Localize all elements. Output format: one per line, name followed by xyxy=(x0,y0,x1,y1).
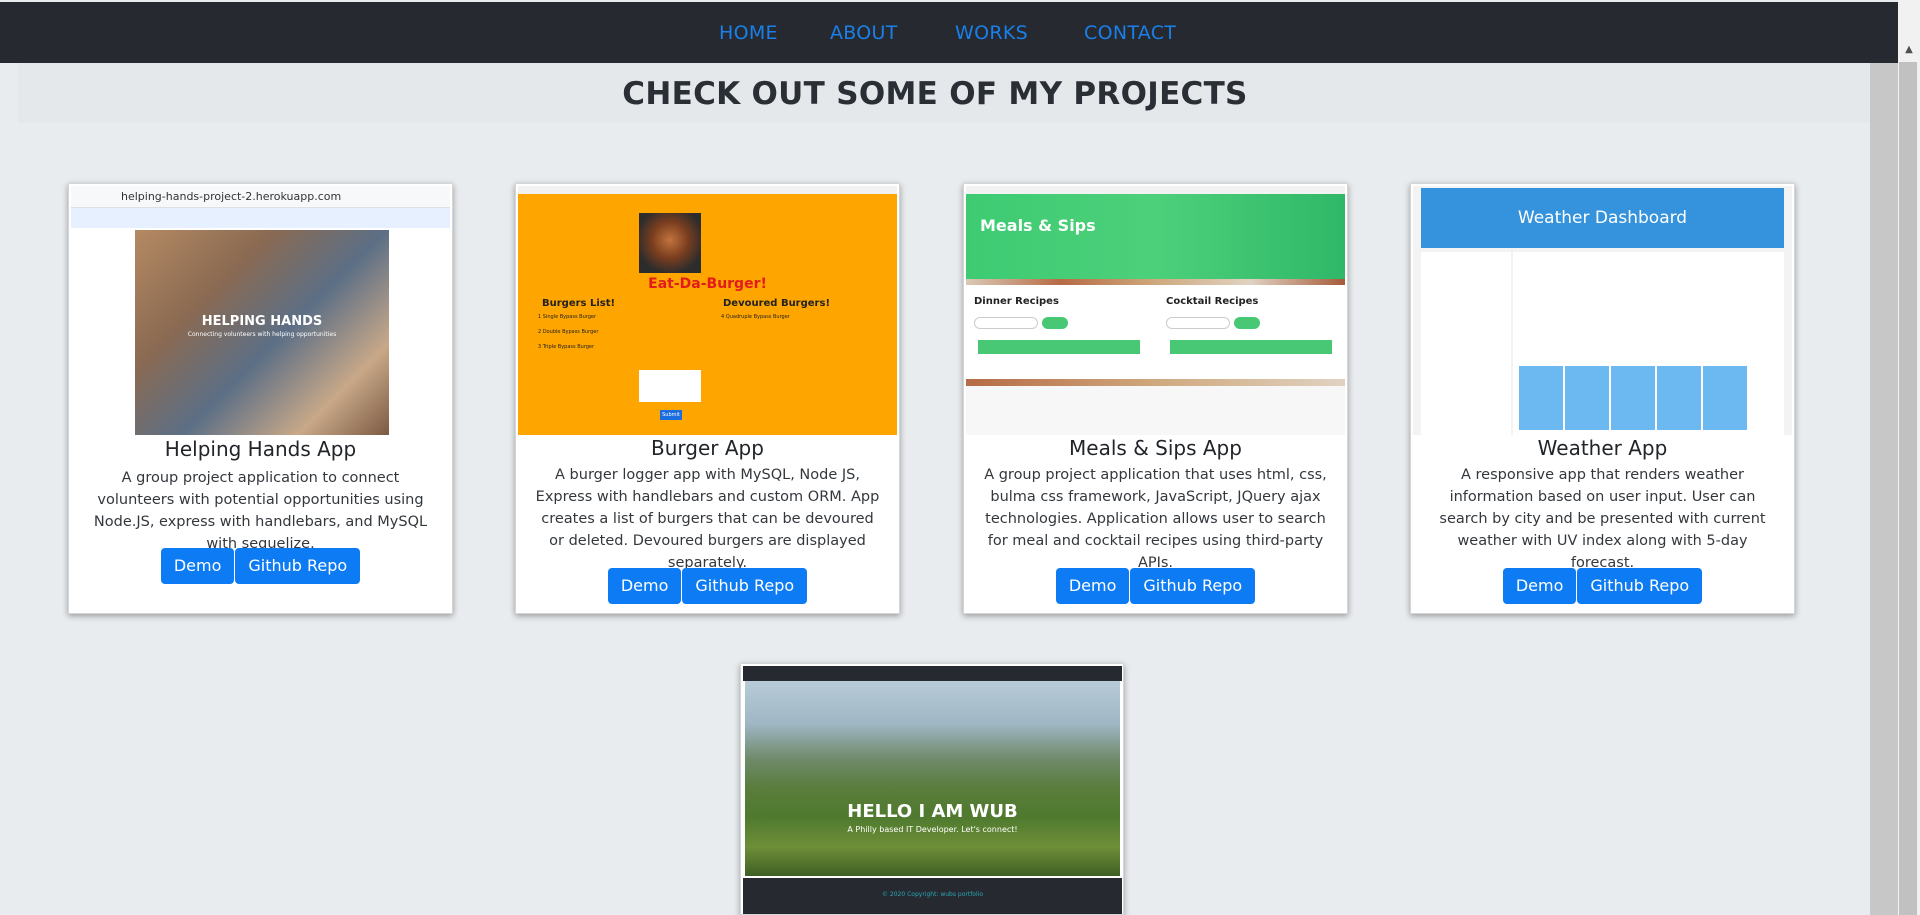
forecast-day xyxy=(1565,366,1609,430)
browser-chrome xyxy=(518,186,897,194)
burger-item: 1 Single Bypass Burger xyxy=(538,314,597,320)
inner-scrollbar-track[interactable] xyxy=(1870,63,1898,915)
portfolio-navbar xyxy=(743,666,1122,681)
project-card-meals-sips: Meals & Sips Dinner Recipes Cocktail Rec… xyxy=(963,183,1348,614)
weather-sidebar xyxy=(1421,252,1511,435)
demo-button[interactable]: Demo xyxy=(1502,568,1577,604)
project-title: Helping Hands App xyxy=(164,437,357,461)
demo-button[interactable]: Demo xyxy=(1055,568,1130,604)
project-card-portfolio[interactable]: HELLO I AM WUB A Philly based IT Develop… xyxy=(740,663,1124,915)
burger-input xyxy=(639,370,701,402)
nav-home-link[interactable]: HOME xyxy=(719,22,778,44)
forecast-day xyxy=(1519,366,1563,430)
project-title: Meals & Sips App xyxy=(1069,436,1242,460)
forecast-day xyxy=(1657,366,1701,430)
portfolio-hero-subtitle: A Philly based IT Developer. Let's conne… xyxy=(847,825,1018,834)
burger-app-title: Eat-Da-Burger! xyxy=(648,276,767,292)
dinner-recipes-box: Dinner Recipes xyxy=(968,286,1150,378)
project-description: A group project application that uses ht… xyxy=(984,467,1327,571)
project-screenshot[interactable]: helping-hands-project-2.herokuapp.com HE… xyxy=(71,186,450,435)
portfolio-hero-landscape: HELLO I AM WUB A Philly based IT Develop… xyxy=(745,681,1120,876)
project-buttons: Demo Github Repo xyxy=(69,548,452,584)
github-repo-button[interactable]: Github Repo xyxy=(682,568,808,604)
box-search-button xyxy=(1234,317,1260,329)
browser-chrome xyxy=(966,186,1345,194)
portfolio-hero-title: HELLO I AM WUB xyxy=(847,801,1018,822)
project-buttons: Demo Github Repo xyxy=(516,568,899,604)
devoured-title: Devoured Burgers! xyxy=(723,298,831,309)
project-card-weather: Weather Dashboard Weather App A responsi… xyxy=(1410,183,1795,614)
github-repo-button[interactable]: Github Repo xyxy=(1577,568,1703,604)
project-buttons: Demo Github Repo xyxy=(964,568,1347,604)
scroll-up-arrow-icon[interactable]: ▲ xyxy=(1902,44,1916,56)
project-card-helping-hands: helping-hands-project-2.herokuapp.com HE… xyxy=(68,183,453,614)
box-title: Dinner Recipes xyxy=(974,296,1059,307)
project-screenshot[interactable]: Meals & Sips Dinner Recipes Cocktail Rec… xyxy=(966,186,1345,435)
box-result-bar xyxy=(978,340,1140,354)
weather-app-title: Weather Dashboard xyxy=(1517,208,1688,228)
top-navbar: HOME ABOUT WORKS CONTACT xyxy=(0,2,1898,63)
burger-item: 2 Double Bypass Burger xyxy=(538,329,599,335)
project-card-burger: Eat-Da-Burger! Burgers List! Devoured Bu… xyxy=(515,183,900,614)
github-repo-button[interactable]: Github Repo xyxy=(1130,568,1256,604)
site-subnav xyxy=(71,208,450,228)
burgers-list-title: Burgers List! xyxy=(542,298,616,309)
project-screenshot[interactable]: Eat-Da-Burger! Burgers List! Devoured Bu… xyxy=(518,186,897,435)
project-description: A burger logger app with MySQL, Node JS,… xyxy=(535,467,880,571)
box-result-bar xyxy=(1170,340,1332,354)
portfolio-footer: © 2020 Copyright: wubs portfolio xyxy=(743,878,1122,914)
project-title: Burger App xyxy=(651,436,764,460)
hero-title: HELPING HANDS xyxy=(201,314,323,329)
project-description: A responsive app that renders weather in… xyxy=(1439,467,1766,571)
forecast-day xyxy=(1611,366,1655,430)
portfolio-copyright: © 2020 Copyright: wubs portfolio xyxy=(882,891,983,898)
meals-app-title: Meals & Sips xyxy=(980,216,1096,235)
food-strip-bottom xyxy=(966,379,1345,386)
project-title: Weather App xyxy=(1537,436,1668,460)
scroll-thumb[interactable] xyxy=(1899,62,1917,915)
food-strip xyxy=(966,279,1345,285)
box-input xyxy=(1166,317,1230,329)
devoured-item: 4 Quadruple Bypass Burger xyxy=(721,314,790,320)
burger-image xyxy=(639,213,701,273)
forecast-day xyxy=(1703,366,1747,430)
project-buttons: Demo Github Repo xyxy=(1411,568,1794,604)
nav-works-link[interactable]: WORKS xyxy=(955,22,1028,44)
burger-item: 3 Triple Bypass Burger xyxy=(538,344,595,350)
project-screenshot[interactable]: Weather Dashboard xyxy=(1413,186,1792,435)
box-search-button xyxy=(1042,317,1068,329)
nav-about-link[interactable]: ABOUT xyxy=(830,22,898,44)
nav-contact-link[interactable]: CONTACT xyxy=(1084,22,1176,44)
browser-url: helping-hands-project-2.herokuapp.com xyxy=(121,190,342,203)
hero-subtitle: Connecting volunteers with helping oppor… xyxy=(187,331,337,338)
github-repo-button[interactable]: Github Repo xyxy=(235,548,361,584)
page-scrollbar[interactable]: ▲ xyxy=(1898,0,1920,915)
project-description: A group project application to connect v… xyxy=(93,470,428,552)
cocktail-recipes-box: Cocktail Recipes xyxy=(1160,286,1342,378)
meals-hero xyxy=(966,194,1345,279)
box-input xyxy=(974,317,1038,329)
demo-button[interactable]: Demo xyxy=(607,568,682,604)
box-title: Cocktail Recipes xyxy=(1166,296,1259,307)
browser-chrome: helping-hands-project-2.herokuapp.com xyxy=(71,186,450,208)
demo-button[interactable]: Demo xyxy=(160,548,235,584)
burger-submit: Submit xyxy=(660,410,682,420)
page-title: CHECK OUT SOME OF MY PROJECTS xyxy=(622,76,1248,112)
meals-footer xyxy=(966,386,1345,435)
